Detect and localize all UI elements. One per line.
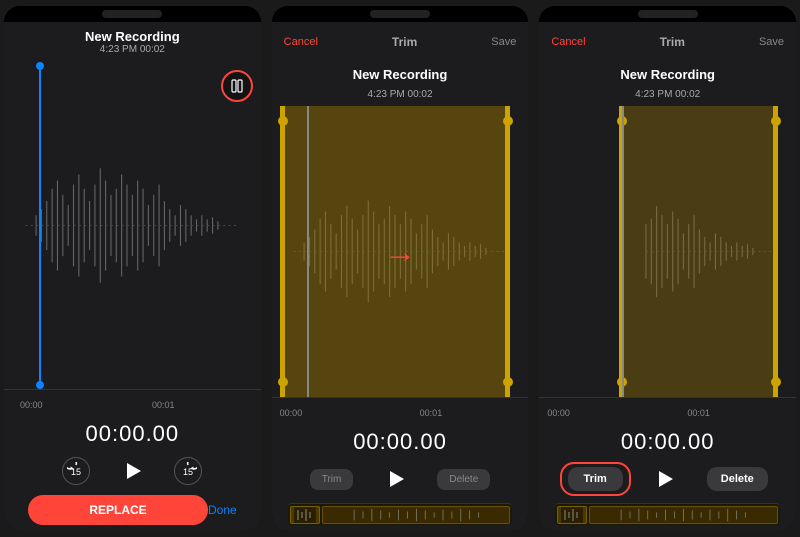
thumb-1-2 [290, 506, 320, 524]
skip-fwd-btn-1[interactable]: 15 [174, 457, 202, 485]
playhead-3 [622, 106, 624, 397]
waveform-area-3: 00:00 00:01 [539, 106, 796, 421]
waveform-svg-1 [4, 62, 261, 389]
trim-dot-bl-2 [278, 377, 288, 387]
bottom-controls-1: 00:00.00 15 15 REPLACE [4, 413, 261, 531]
thumbnail-strip-2 [288, 503, 513, 525]
ruler-label-00-1: 00:00 [20, 400, 43, 410]
playhead-dot-bottom-1 [36, 381, 44, 389]
status-pill-1 [102, 10, 162, 18]
trim-title-2: Trim [392, 35, 417, 49]
ruler-label-01-3: 00:01 [687, 408, 710, 418]
header-3: Cancel Trim Save [539, 22, 796, 62]
controls-row-1: 15 15 [20, 453, 245, 489]
trim-overlay-3[interactable] [619, 106, 778, 397]
trim-handle-left-2[interactable] [280, 106, 285, 397]
trim-handle-right-3[interactable] [773, 106, 778, 397]
separator-1 [265, 0, 268, 537]
save-btn-2[interactable]: Save [491, 36, 516, 48]
trim-handle-right-2[interactable] [505, 106, 510, 397]
ruler-label-01-2: 00:01 [420, 408, 443, 418]
waveform-area-1: 00:00 00:01 [4, 62, 261, 413]
ruler-label-01-1: 00:01 [152, 400, 175, 410]
trim-dot-tr-3 [771, 116, 781, 126]
header-2: Cancel Trim Save [272, 22, 529, 62]
time-display-2: 00:00.00 [353, 429, 447, 455]
skip-back-btn-1[interactable]: 15 [62, 457, 90, 485]
controls-row-3: Trim Delete [555, 461, 780, 497]
header-1: New Recording 4:23 PM 00:02 [4, 22, 261, 62]
sub-meta-3: 4:23 PM 00:02 [635, 89, 700, 100]
play-icon-3 [659, 471, 673, 487]
sub-title-3: New Recording [620, 67, 715, 82]
waveform-canvas-3 [539, 106, 796, 397]
sub-header-2: New Recording 4:23 PM 00:02 [272, 62, 529, 106]
play-btn-3[interactable] [647, 461, 683, 497]
waveform-canvas-1 [4, 62, 261, 389]
cancel-btn-3[interactable]: Cancel [551, 36, 585, 48]
arrow-right-2: → [384, 233, 416, 270]
bottom-controls-3: 00:00.00 Trim Delete [539, 421, 796, 531]
status-bar-2 [272, 6, 529, 22]
trim-btn-2[interactable]: Trim [310, 469, 354, 490]
play-btn-1[interactable] [114, 453, 150, 489]
status-bar-1 [4, 6, 261, 22]
timeline-ruler-1: 00:00 00:01 [4, 389, 261, 413]
panel-2: Cancel Trim Save New Recording 4:23 PM 0… [272, 6, 529, 531]
header-center-1: New Recording 4:23 PM 00:02 [85, 29, 180, 55]
thumb-1-3 [557, 506, 587, 524]
header-center-2: Trim [392, 35, 417, 49]
thumbnail-strip-3 [555, 503, 780, 525]
separator-2 [532, 0, 535, 537]
thumb-main-2 [322, 506, 511, 524]
delete-btn-2[interactable]: Delete [437, 469, 490, 490]
cancel-btn-2[interactable]: Cancel [284, 36, 318, 48]
trim-dot-tl-2 [278, 116, 288, 126]
sub-title-2: New Recording [353, 67, 448, 82]
time-display-3: 00:00.00 [621, 429, 715, 455]
panel-1: New Recording 4:23 PM 00:02 [4, 6, 261, 531]
trim-title-3: Trim [660, 35, 685, 49]
ruler-label-00-3: 00:00 [547, 408, 570, 418]
recording-meta-1: 4:23 PM 00:02 [100, 44, 165, 55]
controls-row-2: Trim Delete [288, 461, 513, 497]
status-bar-3 [539, 6, 796, 22]
playhead-dot-top-1 [36, 62, 44, 70]
delete-btn-3[interactable]: Delete [707, 467, 768, 491]
time-display-1: 00:00.00 [86, 421, 180, 447]
bottom-controls-2: 00:00.00 Trim Delete [272, 421, 529, 531]
timeline-ruler-2: 00:00 00:01 [272, 397, 529, 421]
trim-btn-3[interactable]: Trim [568, 467, 623, 491]
replace-btn-1[interactable]: REPLACE [28, 495, 208, 525]
thumb-main-3 [589, 506, 778, 524]
sub-meta-2: 4:23 PM 00:02 [367, 89, 432, 100]
play-icon-2 [390, 471, 404, 487]
playhead-1 [39, 62, 41, 389]
trim-btn-container-3: Trim [568, 467, 623, 491]
playhead-2 [307, 106, 309, 397]
trim-icon-circle-1[interactable] [221, 70, 253, 102]
sub-header-3: New Recording 4:23 PM 00:02 [539, 62, 796, 106]
play-icon-1 [127, 463, 141, 479]
bottom-action-row-1: REPLACE Done [20, 495, 245, 525]
timeline-ruler-3: 00:00 00:01 [539, 397, 796, 421]
status-pill-3 [638, 10, 698, 18]
ruler-label-00-2: 00:00 [280, 408, 303, 418]
done-link-1[interactable]: Done [208, 503, 237, 517]
header-center-3: Trim [660, 35, 685, 49]
play-btn-2[interactable] [377, 461, 413, 497]
status-pill-2 [370, 10, 430, 18]
recording-title-1: New Recording [85, 29, 180, 44]
panel-3: Cancel Trim Save New Recording 4:23 PM 0… [539, 6, 796, 531]
waveform-canvas-2: → [272, 106, 529, 397]
waveform-area-2: → 00:00 00:01 [272, 106, 529, 421]
save-btn-3[interactable]: Save [759, 36, 784, 48]
trim-dot-br-3 [771, 377, 781, 387]
